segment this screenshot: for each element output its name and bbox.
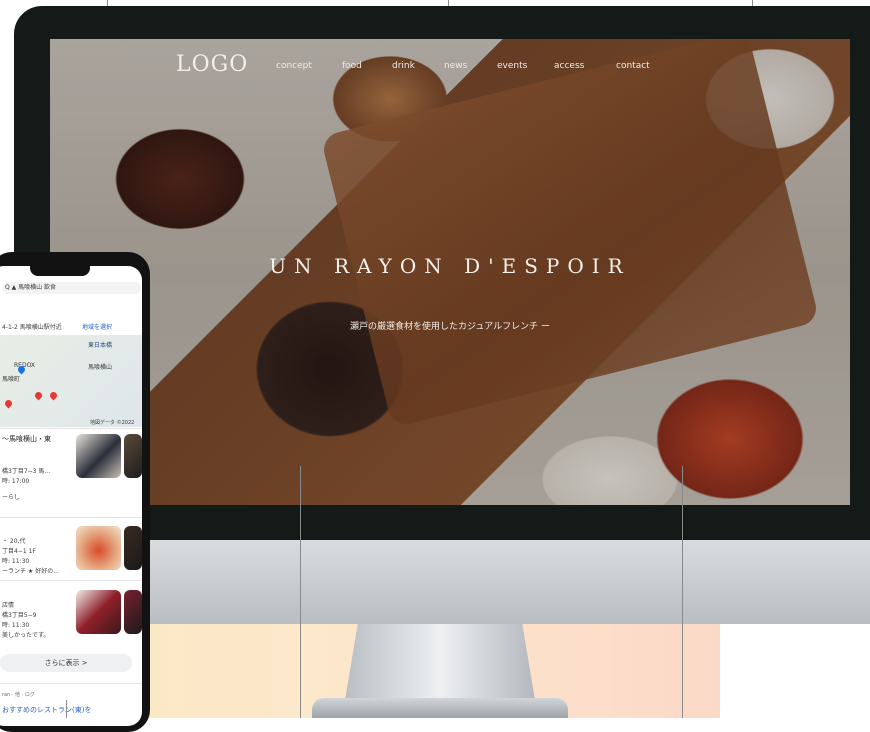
result-line: 店情 [2, 602, 15, 609]
phone-notch [30, 266, 90, 276]
guide-line-6 [66, 700, 67, 718]
hero-subtitle: 瀬戸の厳選食材を使用したカジュアルフレンチ ー [350, 322, 550, 332]
result-line: ・ 20,代 [2, 538, 26, 545]
monitor-chin [148, 540, 870, 624]
result-line: 丁目4−1 1F [2, 548, 36, 555]
site-logo[interactable]: LOGO [176, 52, 248, 77]
nav-events[interactable]: events [497, 61, 527, 71]
hero-title: UN RAYON D'ESPOIR [269, 254, 631, 278]
show-more-button[interactable]: さらに表示 > [0, 654, 132, 672]
monitor-stand-base [312, 698, 568, 718]
result-line: 橋3丁目5−9 [2, 612, 37, 619]
divider [0, 580, 142, 581]
footer-link[interactable]: おすすめのレストラン(東)を [2, 705, 91, 715]
map-footer: 地図データ ©2022 [90, 420, 135, 426]
nav-concept[interactable]: concept [276, 61, 312, 71]
result-thumbnail[interactable] [124, 526, 142, 570]
search-bar[interactable]: Q ▲ 馬喰横山 飲食 [2, 282, 141, 294]
result-line: 時: 11:30 [2, 622, 30, 629]
result-thumbnail[interactable] [76, 590, 121, 634]
guide-line-4 [300, 466, 301, 718]
divider [0, 428, 142, 429]
divider [0, 683, 142, 684]
guide-line-5 [682, 466, 683, 718]
divider [0, 517, 142, 518]
map-label: 馬喰町 [2, 376, 21, 383]
result-line: ーらし [2, 494, 21, 501]
result-line: ーランチ ★ 好好の... [2, 568, 59, 575]
area-select-link[interactable]: 地域を選択 [82, 322, 112, 331]
footer-small: ran · 他 · ログ [2, 692, 35, 698]
result-thumbnail[interactable] [76, 434, 121, 478]
result-line: 橋3丁目7−3 馬... [2, 468, 51, 475]
result-line: 時: 11:30 [2, 558, 30, 565]
map-view[interactable] [0, 335, 142, 427]
result-title[interactable]: 〜馬喰横山・東 [2, 434, 51, 444]
nav-news[interactable]: news [444, 61, 467, 71]
result-thumbnail[interactable] [76, 526, 121, 570]
nav-food[interactable]: food [342, 61, 362, 71]
map-label: 馬喰横山 [88, 364, 113, 371]
result-line: 美しかったです。 [2, 632, 50, 639]
result-line: 時: 17:00 [2, 478, 30, 485]
location-text: 4-1-2 馬喰横山駅付近 [2, 324, 62, 331]
map-label: 東日本橋 [88, 342, 113, 349]
nav-drink[interactable]: drink [392, 61, 415, 71]
nav-contact[interactable]: contact [616, 61, 650, 71]
website-hero: LOGO concept food drink news events acce… [50, 39, 850, 505]
result-thumbnail[interactable] [124, 434, 142, 478]
result-thumbnail[interactable] [124, 590, 142, 634]
nav-access[interactable]: access [554, 61, 584, 71]
